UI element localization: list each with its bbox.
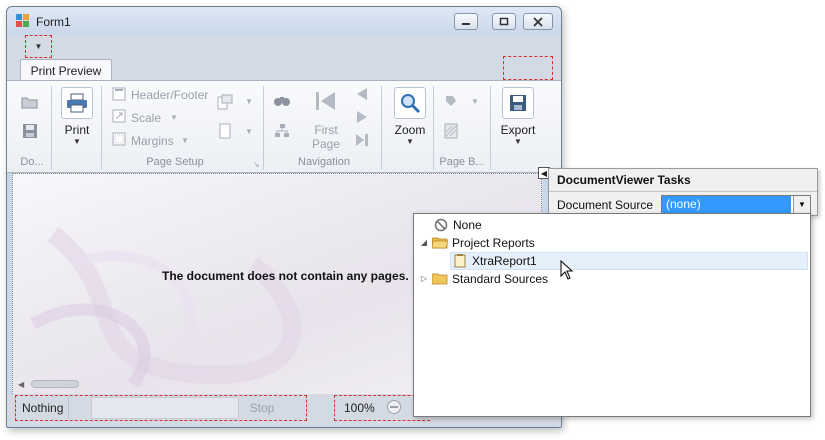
header-footer-button[interactable]: Header/Footer (131, 88, 208, 102)
zoom-icon[interactable] (394, 87, 426, 119)
tree-item-label: Project Reports (452, 236, 535, 250)
tree-item-project-reports[interactable]: ◢ Project Reports (418, 234, 535, 252)
export-button[interactable]: Export (496, 123, 540, 137)
tree-item-standard-sources[interactable]: ▷ Standard Sources (418, 270, 548, 288)
group-label-page-background: Page B... (439, 156, 485, 168)
print-icon[interactable] (61, 87, 93, 119)
paper-size-icon[interactable] (216, 122, 234, 140)
group-label-page-setup: Page Setup (146, 156, 204, 168)
maximize-button[interactable] (492, 13, 516, 30)
print-button[interactable]: Print (58, 123, 96, 137)
group-separator (381, 86, 382, 170)
zoom-button[interactable]: Zoom (390, 123, 430, 137)
margins-button[interactable]: Margins (131, 134, 174, 148)
document-source-label: Document Source (557, 198, 654, 212)
chevron-down-icon[interactable]: ▼ (170, 113, 178, 122)
zoom-out-icon[interactable] (387, 400, 401, 414)
group-separator (263, 86, 264, 170)
tasks-panel-title: DocumentViewer Tasks (557, 173, 691, 187)
status-text: Nothing (19, 397, 69, 419)
chevron-down-icon[interactable]: ▼ (514, 137, 522, 146)
expanded-arrow-icon[interactable]: ◢ (418, 234, 430, 252)
ribbon-page-header-placeholder[interactable] (503, 56, 553, 80)
first-page-label-line1[interactable]: First (308, 123, 344, 137)
chevron-down-icon[interactable]: ▼ (181, 136, 189, 145)
document-map-icon[interactable] (272, 122, 292, 140)
tree-item-label: Standard Sources (452, 272, 549, 286)
save-icon[interactable] (20, 122, 40, 140)
previous-page-icon[interactable] (354, 86, 370, 102)
quick-access-toolbar (7, 35, 561, 61)
stop-button[interactable]: Stop (237, 397, 287, 419)
chevron-down-icon[interactable]: ▼ (245, 97, 253, 106)
last-page-icon[interactable] (354, 132, 370, 148)
scroll-left-icon[interactable]: ◀ (18, 380, 24, 389)
minimize-button[interactable] (454, 13, 478, 30)
tree-item-xtrareport1[interactable]: XtraReport1 (450, 252, 537, 270)
chevron-down-icon: ▼ (34, 42, 43, 51)
next-page-icon[interactable] (354, 109, 370, 125)
group-separator (51, 86, 52, 170)
horizontal-scrollbar-thumb[interactable] (31, 380, 79, 388)
maximize-icon (499, 17, 509, 25)
group-separator (433, 86, 434, 170)
orientation-icon[interactable] (216, 93, 234, 111)
page-color-icon[interactable] (442, 92, 460, 110)
find-icon[interactable] (272, 92, 292, 110)
form-icon (16, 14, 30, 28)
close-button[interactable] (523, 13, 553, 30)
report-icon (454, 254, 466, 268)
progress-bar (91, 397, 239, 419)
tree-item-label: None (453, 218, 482, 232)
scale-icon (111, 108, 127, 124)
zoom-level-text[interactable]: 100% (344, 401, 375, 415)
tab-print-preview[interactable]: Print Preview (20, 59, 112, 82)
none-icon (434, 218, 448, 232)
chevron-down-icon[interactable]: ▼ (406, 137, 414, 146)
margins-icon (111, 131, 127, 147)
folder-icon (432, 273, 448, 285)
dialog-launcher-icon[interactable]: ↘ (253, 160, 260, 169)
tree-item-none[interactable]: None (434, 216, 482, 234)
chevron-down-icon[interactable]: ▼ (245, 127, 253, 136)
window-title: Form1 (36, 15, 71, 29)
minimize-icon (462, 22, 470, 25)
close-icon (533, 16, 543, 27)
document-source-value[interactable]: (none) (662, 196, 791, 213)
header-footer-icon (111, 86, 127, 102)
mouse-pointer-icon (560, 259, 574, 283)
first-page-icon[interactable] (313, 88, 339, 114)
group-label-navigation: Navigation (298, 156, 350, 168)
empty-document-message: The document does not contain any pages. (162, 269, 409, 283)
dropdown-arrow-icon[interactable]: ▼ (793, 196, 810, 213)
collapsed-arrow-icon[interactable]: ▷ (418, 270, 430, 288)
watermark-icon[interactable] (442, 122, 460, 140)
divider (549, 191, 817, 192)
chevron-down-icon[interactable]: ▼ (73, 137, 81, 146)
folder-open-icon (432, 237, 448, 249)
group-label-document: Do... (20, 156, 44, 168)
open-icon[interactable] (20, 93, 40, 111)
export-icon[interactable] (502, 87, 534, 119)
qat-customize-button[interactable]: ▼ (25, 35, 52, 58)
group-separator (101, 86, 102, 170)
chevron-down-icon[interactable]: ▼ (471, 97, 479, 106)
tree-item-label: XtraReport1 (472, 254, 537, 268)
scale-button[interactable]: Scale (131, 111, 161, 125)
first-page-label-line2[interactable]: Page (308, 137, 344, 151)
group-separator (490, 86, 491, 170)
